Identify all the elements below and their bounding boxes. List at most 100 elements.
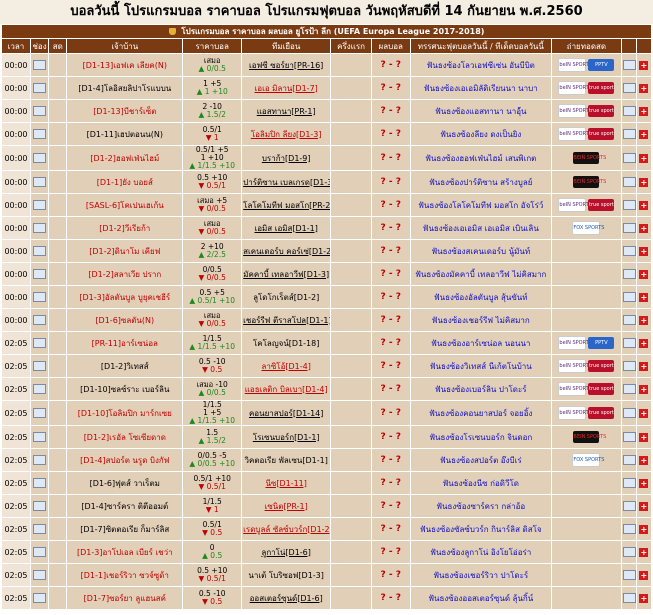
away-team[interactable]: สเคนเดอร์บ คอร์เซ่[D1-2]	[241, 239, 332, 263]
home-team[interactable]: [D1-2]สลาเวีย ปราก	[66, 262, 184, 286]
plus-icon[interactable]: +	[639, 547, 649, 557]
match-tip-link[interactable]: ฟันธงซ้องแอสทานา นาอ์ุ้น	[409, 99, 553, 123]
home-team[interactable]: [D1-6]ฟุตส์ วาเร็ตม	[66, 471, 184, 495]
plus-icon[interactable]: +	[639, 501, 649, 511]
home-team[interactable]: [D1-4]สปอร์ต นรูด บิงกัฟ	[66, 448, 184, 472]
plus-icon[interactable]: +	[639, 338, 649, 348]
away-team[interactable]: ปาร์ติซาน เบลเกรด[D1-3]	[241, 170, 332, 194]
home-team[interactable]: [D1-11]เฮปตอนน(N)	[66, 122, 184, 146]
tv-channel-icon[interactable]	[33, 524, 47, 534]
away-team[interactable]: ลาซิโอ้[D1-4]	[241, 354, 332, 378]
stats-icon[interactable]	[622, 593, 636, 603]
home-team[interactable]: [D1-7]ซิตตอเรีย ก็มาร์ลิส	[66, 517, 184, 541]
match-tip-link[interactable]: ฟันธงซ้องปาร์ติซาน สร้างบูลย์	[409, 170, 553, 194]
plus-icon[interactable]: +	[639, 200, 649, 210]
plus-icon[interactable]: +	[639, 408, 649, 418]
tv-channel-icon[interactable]	[33, 177, 47, 187]
tv-channel-icon[interactable]	[33, 129, 47, 139]
match-tip-link[interactable]: ฟันธงซ้องนีซ ก่อดิวีโด	[409, 471, 553, 495]
match-tip-link[interactable]: ฟันธงซ้องสเคนเดอร์บ นู้มันท์	[409, 239, 553, 263]
tv-channel-icon[interactable]	[33, 501, 47, 511]
match-tip-link[interactable]: ฟันธงซ้องเอเอมิส เอเอมิส เบินเลิน	[409, 216, 553, 240]
home-team[interactable]: [D1-2]วิเทสส์	[66, 354, 184, 378]
home-team[interactable]: [D1-2]วีเรียก้า	[66, 216, 184, 240]
plus-icon[interactable]: +	[639, 361, 649, 371]
match-tip-link[interactable]: ฟันธงซ้องออสเตอร์ซุนด์ ลุ้นกิ้น์	[409, 586, 553, 610]
stats-icon[interactable]	[622, 455, 636, 465]
stats-icon[interactable]	[622, 501, 636, 511]
home-team[interactable]: [D1-10]โอลิมปิก มาร์กเซย	[66, 400, 184, 426]
away-team[interactable]: นีซ[D1-11]	[241, 471, 332, 495]
home-team[interactable]: [D1-13]เอฟเค เลียค(N)	[66, 53, 184, 77]
tv-channel-icon[interactable]	[33, 60, 47, 70]
tv-channel-icon[interactable]	[33, 593, 47, 603]
tv-channel-icon[interactable]	[33, 83, 47, 93]
match-tip-link[interactable]: ฟันธงซ้องคอนยาสปอร์ จอยอิ้ง	[409, 400, 553, 426]
away-team[interactable]: นาเต้ โบริซอฟ[D1-3]	[241, 563, 332, 587]
plus-icon[interactable]: +	[639, 129, 649, 139]
plus-icon[interactable]: +	[639, 177, 649, 187]
away-team[interactable]: แอธเลติก บิลเบา[D1-4]	[241, 377, 332, 401]
tv-channel-icon[interactable]	[33, 153, 47, 163]
plus-icon[interactable]: +	[639, 593, 649, 603]
tv-channel-icon[interactable]	[33, 246, 47, 256]
plus-icon[interactable]: +	[639, 106, 649, 116]
away-team[interactable]: เอเอ มิลาน[D1-7]	[241, 76, 332, 100]
match-tip-link[interactable]: ฟันธงซ้องซัลซ์บวร์ก กินาร์ลิส ดิสโจ	[409, 517, 553, 541]
match-tip-link[interactable]: ฟันธงซ้องอัลตันบูล สุ้นขันท์	[409, 285, 553, 309]
plus-icon[interactable]: +	[639, 570, 649, 580]
away-team[interactable]: เอฟซี ซอร์ยา[PR-16]	[241, 53, 332, 77]
home-team[interactable]: [D1-3]อัลตันบูล บูยุคเชฮีร์	[66, 285, 184, 309]
away-team[interactable]: มัคคาบี้ เทลอาวีฟ[D1-3]	[241, 262, 332, 286]
match-tip-link[interactable]: ฟันธงซ้องมัคคาบี้ เทลอาวีฟ ไม่คิสมาก	[409, 262, 553, 286]
tv-channel-icon[interactable]	[33, 408, 47, 418]
match-tip-link[interactable]: ฟันธงซ้องซาร์ครา กล่าอ้อ	[409, 494, 553, 518]
stats-icon[interactable]	[622, 315, 636, 325]
match-tip-link[interactable]: ฟันธงซ้องโรเซนบอร์ก จินดอก	[409, 425, 553, 449]
away-team[interactable]: เชอร์รีฟ ตีราสโปล[D1-1]	[241, 308, 332, 332]
plus-icon[interactable]: +	[639, 246, 649, 256]
plus-icon[interactable]: +	[639, 455, 649, 465]
home-team[interactable]: [D1-2]ดินาโม เคียฟ	[66, 239, 184, 263]
match-tip-link[interactable]: ฟันธงซ้องโลโคโมทีฟ มอสโก อัจโร่ว์	[409, 193, 553, 217]
stats-icon[interactable]	[622, 129, 636, 139]
home-team[interactable]: [D1-1]ยัง บอยส์	[66, 170, 184, 194]
stats-icon[interactable]	[622, 478, 636, 488]
tv-channel-icon[interactable]	[33, 570, 47, 580]
away-team[interactable]: เอมิส เอมิส[D1-1]	[241, 216, 332, 240]
away-team[interactable]: ลูกาโน่[D1-6]	[241, 540, 332, 564]
plus-icon[interactable]: +	[639, 83, 649, 93]
away-team[interactable]: วิคตอเรีย พัลเซน[D1-1]	[241, 448, 332, 472]
home-team[interactable]: [D1-1]เชอร์ริวา ซวจ์ซูด้า	[66, 563, 184, 587]
stats-icon[interactable]	[622, 524, 636, 534]
tv-channel-icon[interactable]	[33, 315, 47, 325]
match-tip-link[interactable]: ฟันธงซ้องลียง ดงเป็นยิง	[409, 122, 553, 146]
plus-icon[interactable]: +	[639, 269, 649, 279]
plus-icon[interactable]: +	[639, 478, 649, 488]
stats-icon[interactable]	[622, 200, 636, 210]
stats-icon[interactable]	[622, 177, 636, 187]
home-team[interactable]: [D1-2]ฮอฟเฟ่นไฮม์	[66, 145, 184, 171]
stats-icon[interactable]	[622, 547, 636, 557]
home-team[interactable]: [SASL-6]โคเปนเฮเก้น	[66, 193, 184, 217]
stats-icon[interactable]	[622, 570, 636, 580]
tv-channel-icon[interactable]	[33, 384, 47, 394]
stats-icon[interactable]	[622, 153, 636, 163]
away-team[interactable]: เรดบูลล์ ซัลซ์บวร์ก[D1-2]	[241, 517, 332, 541]
tv-channel-icon[interactable]	[33, 269, 47, 279]
plus-icon[interactable]: +	[639, 315, 649, 325]
plus-icon[interactable]: +	[639, 153, 649, 163]
tv-channel-icon[interactable]	[33, 455, 47, 465]
stats-icon[interactable]	[622, 361, 636, 371]
home-team[interactable]: [PR-11]อาร์เซน่อล	[66, 331, 184, 355]
tv-channel-icon[interactable]	[33, 292, 47, 302]
home-team[interactable]: [D1-7]ซอร์ยา ลูแฮนสค์	[66, 586, 184, 610]
stats-icon[interactable]	[622, 384, 636, 394]
away-team[interactable]: เซนิต[PR-1]	[241, 494, 332, 518]
plus-icon[interactable]: +	[639, 60, 649, 70]
stats-icon[interactable]	[622, 269, 636, 279]
plus-icon[interactable]: +	[639, 223, 649, 233]
away-team[interactable]: โลโคโมทีฟ มอสโก[PR-2]	[241, 193, 332, 217]
away-team[interactable]: โอลิมปิก ลียง[D1-3]	[241, 122, 332, 146]
match-tip-link[interactable]: ฟันธงซ้องเชอร์รีฟ ไม่คิสมาก	[409, 308, 553, 332]
